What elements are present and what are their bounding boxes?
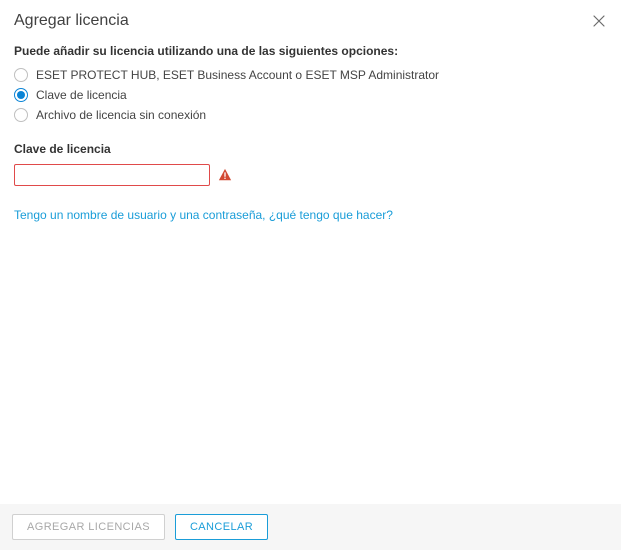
dialog-header: Agregar licencia (0, 0, 621, 38)
option-license-key[interactable]: Clave de licencia (14, 88, 607, 102)
license-key-input[interactable] (14, 164, 210, 186)
section-label: Clave de licencia (14, 142, 607, 156)
radio-icon (14, 108, 28, 122)
radio-icon (14, 88, 28, 102)
close-icon[interactable] (591, 13, 607, 29)
cancel-button[interactable]: CANCELAR (175, 514, 268, 540)
warning-icon (218, 168, 232, 182)
help-link[interactable]: Tengo un nombre de usuario y una contras… (14, 208, 393, 222)
radio-icon (14, 68, 28, 82)
option-label: Archivo de licencia sin conexión (36, 108, 206, 122)
option-label: Clave de licencia (36, 88, 127, 102)
options-prompt: Puede añadir su licencia utilizando una … (14, 44, 607, 58)
dialog-content: Puede añadir su licencia utilizando una … (0, 38, 621, 504)
option-eset-hub[interactable]: ESET PROTECT HUB, ESET Business Account … (14, 68, 607, 82)
license-key-row (14, 164, 607, 186)
dialog-title: Agregar licencia (14, 12, 129, 30)
option-offline-file[interactable]: Archivo de licencia sin conexión (14, 108, 607, 122)
add-license-dialog: Agregar licencia Puede añadir su licenci… (0, 0, 621, 550)
add-licenses-button[interactable]: AGREGAR LICENCIAS (12, 514, 165, 540)
dialog-footer: AGREGAR LICENCIAS CANCELAR (0, 504, 621, 550)
options-group: ESET PROTECT HUB, ESET Business Account … (14, 68, 607, 122)
help-link-row: Tengo un nombre de usuario y una contras… (14, 206, 607, 224)
option-label: ESET PROTECT HUB, ESET Business Account … (36, 68, 439, 82)
